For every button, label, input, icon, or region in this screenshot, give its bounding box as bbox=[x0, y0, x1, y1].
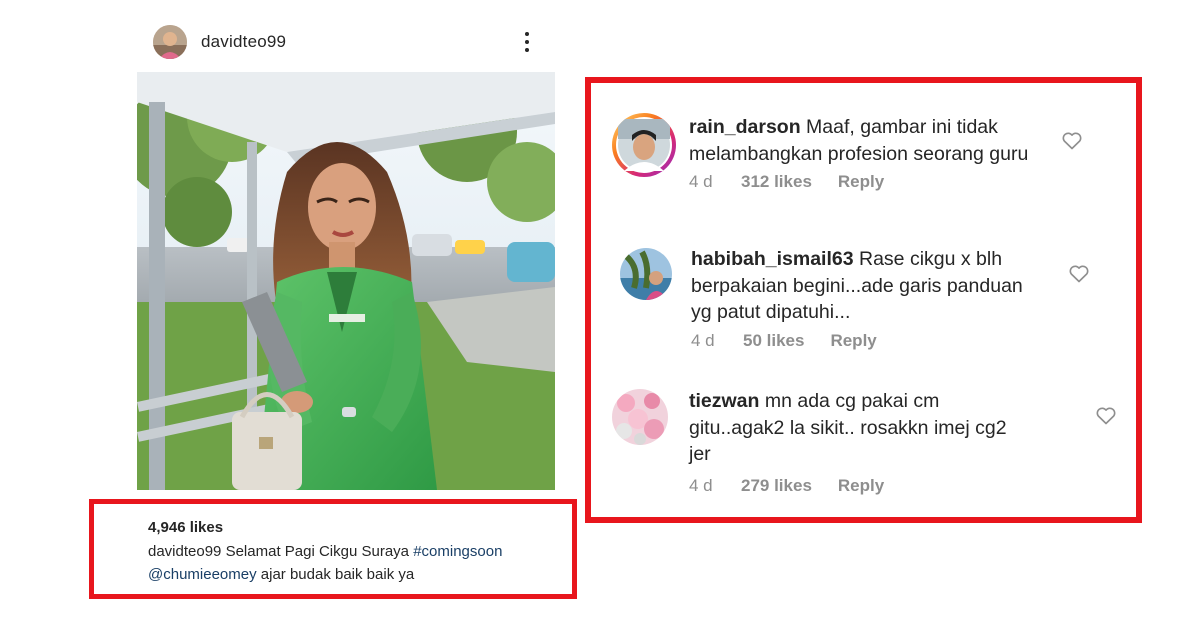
comment-username[interactable]: rain_darson bbox=[689, 116, 801, 138]
comment-body-line: berpakaian begini...ade garis panduan bbox=[691, 274, 1023, 297]
comment-avatar-habibah-ismail63[interactable] bbox=[620, 248, 672, 300]
reply-button[interactable]: Reply bbox=[830, 331, 876, 351]
comment-likes-count[interactable]: 312 likes bbox=[741, 172, 812, 192]
comment-time: 4 d bbox=[689, 172, 713, 191]
comment-avatar-tiezwan[interactable] bbox=[612, 389, 668, 445]
post-photo[interactable] bbox=[137, 72, 555, 490]
post-caption-line-2: @chumieeomey ajar budak baik baik ya bbox=[148, 566, 414, 583]
caption-username[interactable]: davidteo99 bbox=[148, 543, 221, 560]
comment-meta-1: 4 d 312 likes Reply bbox=[689, 172, 884, 192]
post-likes-count[interactable]: 4,946 likes bbox=[148, 519, 223, 536]
more-vertical-icon[interactable] bbox=[519, 30, 535, 54]
reply-button[interactable]: Reply bbox=[838, 476, 884, 496]
comment-username[interactable]: habibah_ismail63 bbox=[691, 248, 854, 270]
comment-time: 4 d bbox=[691, 331, 715, 350]
comment-body-line: jer bbox=[689, 443, 711, 465]
comment-body-line: Maaf, gambar ini tidak bbox=[806, 116, 998, 138]
comment-body-line: mn ada cg pakai cm bbox=[764, 390, 940, 412]
author-avatar[interactable] bbox=[153, 25, 187, 59]
comment-body-line: yg patut dipatuhi... bbox=[691, 301, 851, 323]
like-heart-icon[interactable] bbox=[1069, 265, 1089, 283]
post-caption-line-1: davidteo99 Selamat Pagi Cikgu Suraya #co… bbox=[148, 543, 502, 560]
comment-body-line: Rase cikgu x blh bbox=[859, 248, 1003, 270]
like-heart-icon[interactable] bbox=[1062, 132, 1082, 150]
caption-mention[interactable]: @chumieeomey bbox=[148, 566, 257, 583]
comment-body-line: melambangkan profesion seorang guru bbox=[689, 142, 1029, 165]
comment-likes-count[interactable]: 50 likes bbox=[743, 331, 804, 351]
reply-button[interactable]: Reply bbox=[838, 172, 884, 192]
caption-hashtag[interactable]: #comingsoon bbox=[413, 543, 502, 560]
comment-likes-count[interactable]: 279 likes bbox=[741, 476, 812, 496]
post-header: davidteo99 bbox=[153, 24, 553, 60]
like-heart-icon[interactable] bbox=[1096, 407, 1116, 425]
comment-text-3: tiezwan mn ada cg pakai cm gitu..agak2 l… bbox=[689, 388, 1059, 468]
comment-avatar-rain-darson[interactable] bbox=[612, 113, 676, 177]
caption-text-rest: ajar budak baik baik ya bbox=[260, 566, 415, 583]
comment-body-line: gitu..agak2 la sikit.. rosakkn imej cg2 bbox=[689, 416, 1007, 439]
comment-meta-2: 4 d 50 likes Reply bbox=[691, 331, 877, 351]
comment-text-1: rain_darson Maaf, gambar ini tidak melam… bbox=[689, 114, 1059, 167]
comment-text-2: habibah_ismail63 Rase cikgu x blh berpak… bbox=[691, 246, 1061, 326]
author-username[interactable]: davidteo99 bbox=[201, 32, 286, 52]
caption-text: Selamat Pagi Cikgu Suraya bbox=[225, 543, 410, 560]
comment-meta-3: 4 d 279 likes Reply bbox=[689, 476, 884, 496]
comment-username[interactable]: tiezwan bbox=[689, 390, 759, 412]
comment-time: 4 d bbox=[689, 476, 713, 495]
